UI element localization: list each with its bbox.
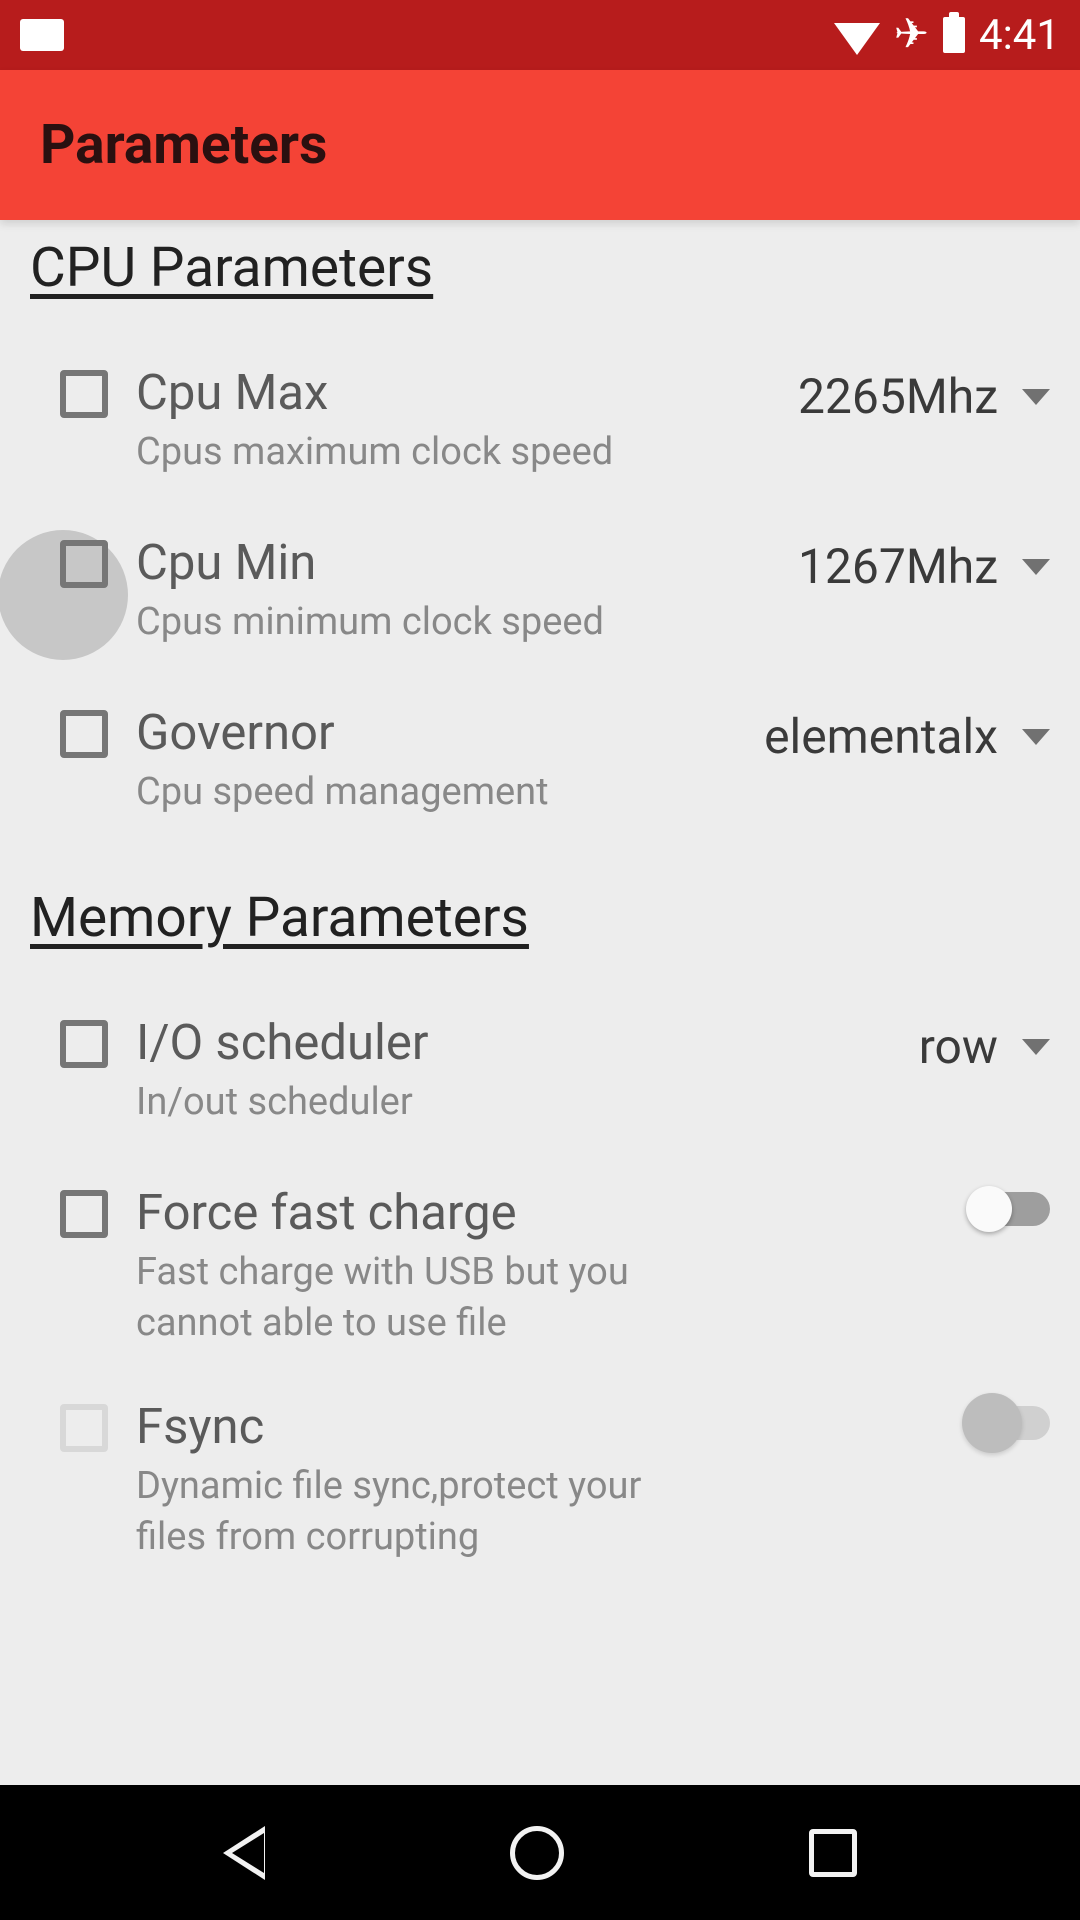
row-text: Force fast charge Fast charge with USB b… [136, 1184, 956, 1350]
app-bar: Parameters [0, 70, 1080, 220]
dropdown-governor[interactable]: elementalx [764, 708, 1050, 765]
value-text: row [919, 1018, 998, 1075]
row-subtitle: Cpu speed management [136, 767, 748, 818]
row-cpu-min[interactable]: Cpu Min Cpus minimum clock speed 1267Mhz [30, 510, 1050, 680]
chevron-down-icon [1022, 1039, 1050, 1055]
row-title: Cpu Min [136, 534, 782, 591]
row-governor[interactable]: Governor Cpu speed management elementalx [30, 680, 1050, 850]
row-title: Force fast charge [136, 1184, 956, 1241]
airplane-mode-icon: ✈ [894, 14, 929, 56]
row-fsync[interactable]: Fsync Dynamic file sync,protect your fil… [30, 1374, 1050, 1588]
checkbox-io-scheduler[interactable] [60, 1020, 108, 1068]
checkbox-governor[interactable] [60, 710, 108, 758]
dropdown-cpu-min[interactable]: 1267Mhz [798, 538, 1050, 595]
row-subtitle: Cpus minimum clock speed [136, 597, 782, 648]
status-time: 4:41 [979, 11, 1060, 60]
wifi-icon [834, 23, 880, 55]
row-text: Governor Cpu speed management [136, 704, 748, 818]
status-left [20, 19, 64, 51]
row-subtitle: Fast charge with USB but you cannot able… [136, 1247, 676, 1350]
row-title: I/O scheduler [136, 1014, 903, 1071]
row-subtitle: In/out scheduler [136, 1077, 903, 1128]
toggle-fast-charge[interactable] [972, 1192, 1050, 1226]
row-fast-charge[interactable]: Force fast charge Fast charge with USB b… [30, 1160, 1050, 1374]
checkbox-cpu-min[interactable] [60, 540, 108, 588]
checkbox-fsync[interactable] [60, 1404, 108, 1452]
app-notification-icon [20, 19, 64, 51]
section-header-memory: Memory Parameters [30, 886, 1050, 950]
row-text: Cpu Min Cpus minimum clock speed [136, 534, 782, 648]
nav-back-button[interactable] [223, 1826, 265, 1880]
row-title: Cpu Max [136, 364, 782, 421]
row-io-scheduler[interactable]: I/O scheduler In/out scheduler row [30, 990, 1050, 1160]
status-bar: ✈ 4:41 [0, 0, 1080, 70]
content: CPU Parameters Cpu Max Cpus maximum cloc… [0, 220, 1080, 1587]
row-cpu-max[interactable]: Cpu Max Cpus maximum clock speed 2265Mhz [30, 340, 1050, 510]
row-title: Fsync [136, 1398, 956, 1455]
row-title: Governor [136, 704, 748, 761]
dropdown-cpu-max[interactable]: 2265Mhz [798, 368, 1050, 425]
row-text: I/O scheduler In/out scheduler [136, 1014, 903, 1128]
nav-home-button[interactable] [510, 1826, 564, 1880]
chevron-down-icon [1022, 729, 1050, 745]
checkbox-fast-charge[interactable] [60, 1190, 108, 1238]
row-text: Fsync Dynamic file sync,protect your fil… [136, 1398, 956, 1564]
value-text: 1267Mhz [798, 538, 998, 595]
toggle-fsync[interactable] [972, 1406, 1050, 1440]
navigation-bar [0, 1785, 1080, 1920]
chevron-down-icon [1022, 389, 1050, 405]
nav-recent-button[interactable] [809, 1829, 857, 1877]
dropdown-io-scheduler[interactable]: row [919, 1018, 1050, 1075]
row-text: Cpu Max Cpus maximum clock speed [136, 364, 782, 478]
section-header-cpu: CPU Parameters [30, 236, 1050, 300]
toggle-thumb [966, 1186, 1012, 1232]
value-text: 2265Mhz [798, 368, 998, 425]
value-text: elementalx [764, 708, 998, 765]
chevron-down-icon [1022, 559, 1050, 575]
battery-icon [943, 17, 965, 53]
toggle-thumb [962, 1393, 1022, 1453]
app-title: Parameters [40, 113, 327, 177]
checkbox-cpu-max[interactable] [60, 370, 108, 418]
row-subtitle: Dynamic file sync,protect your files fro… [136, 1461, 676, 1564]
status-right: ✈ 4:41 [834, 11, 1060, 60]
row-subtitle: Cpus maximum clock speed [136, 427, 782, 478]
